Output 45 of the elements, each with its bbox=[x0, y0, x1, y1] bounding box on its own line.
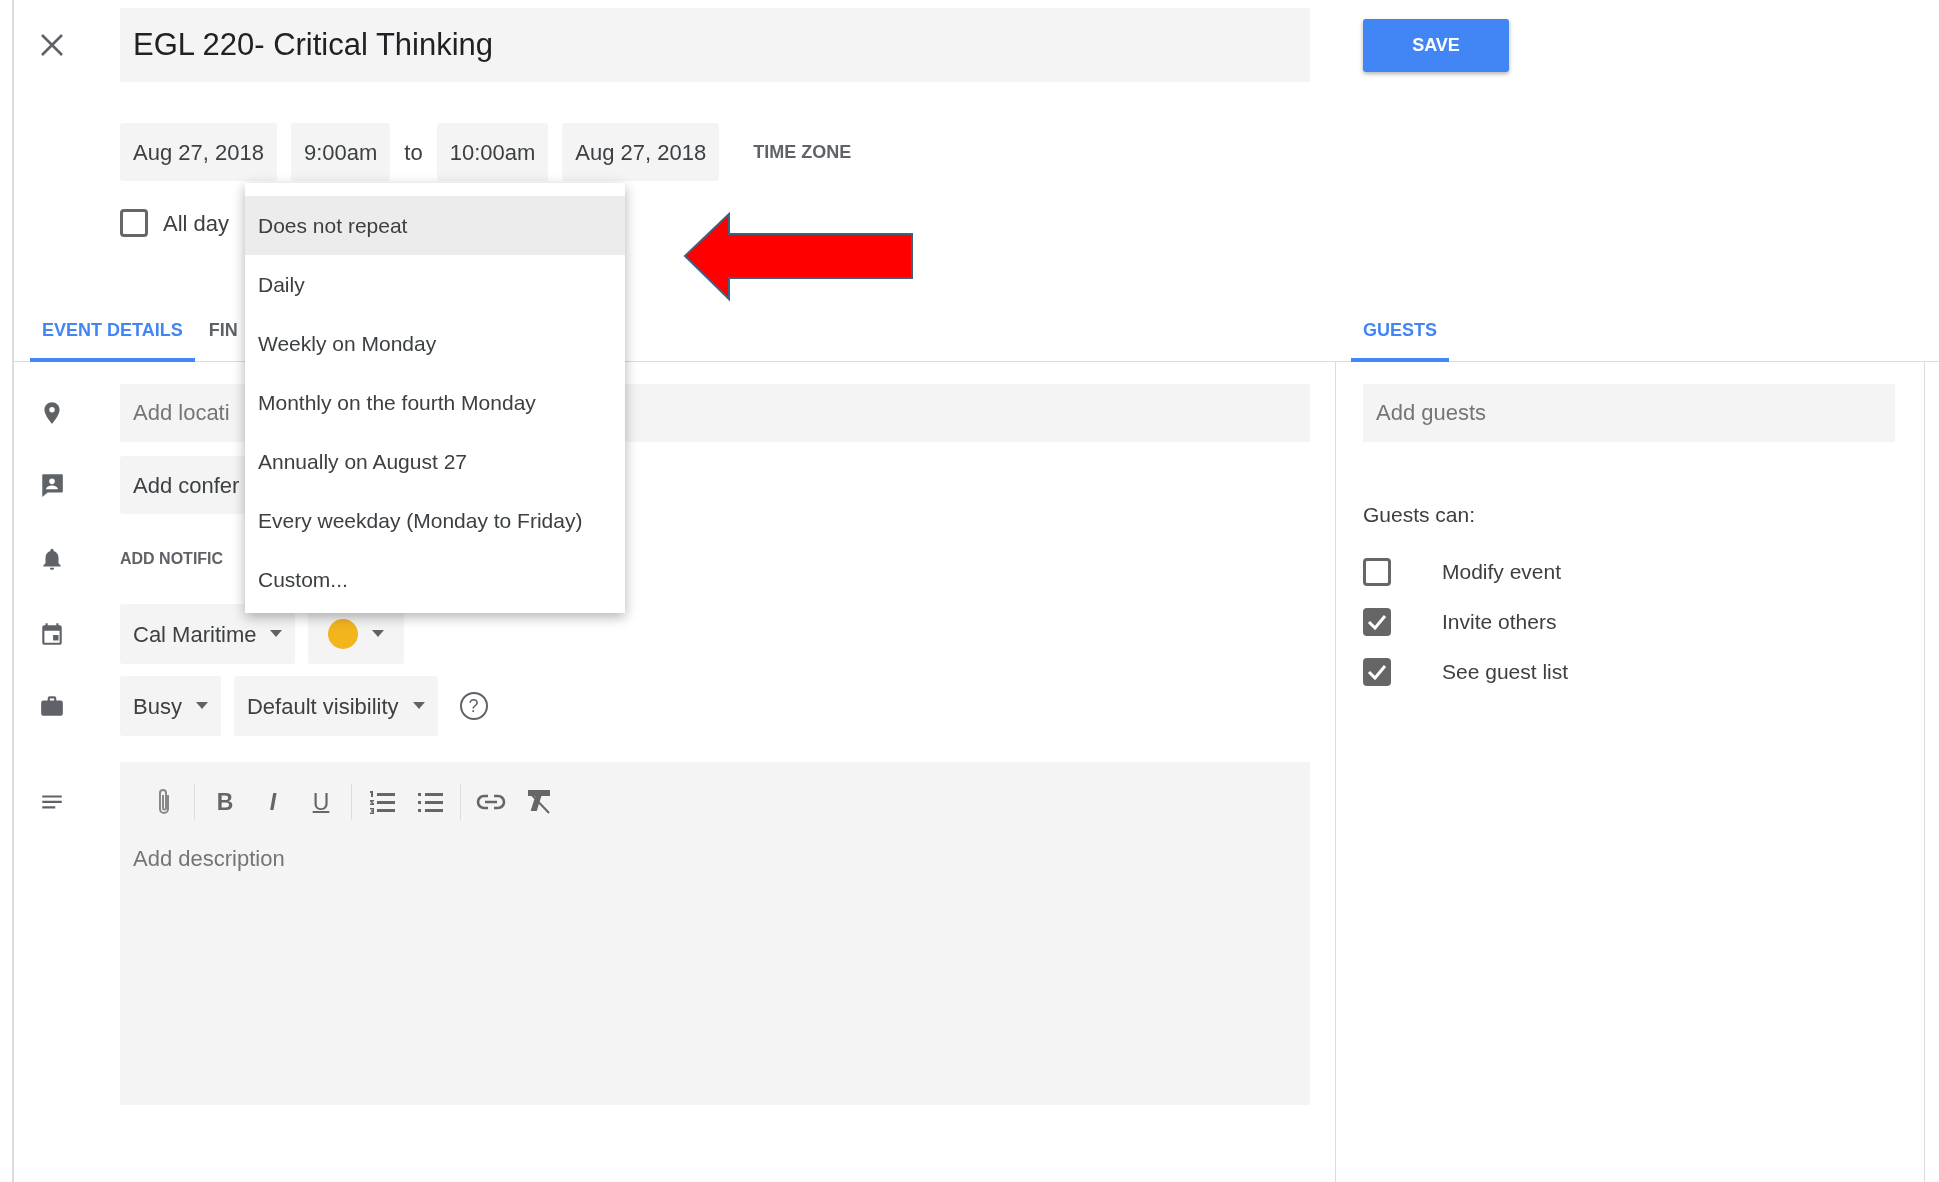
link-icon bbox=[476, 794, 506, 810]
italic-button[interactable]: I bbox=[249, 782, 297, 822]
tab[interactable]: GUESTS bbox=[1351, 302, 1449, 362]
caret-icon bbox=[372, 630, 385, 638]
save-button[interactable]: SAVE bbox=[1363, 19, 1509, 72]
to-label: to bbox=[404, 138, 423, 167]
menu-item[interactable]: Does not repeat bbox=[245, 196, 625, 255]
availability-dropdown[interactable]: Busy bbox=[120, 676, 221, 736]
permission-label: Modify event bbox=[1442, 558, 1562, 585]
all-day-checkbox[interactable] bbox=[120, 209, 148, 237]
date-field[interactable]: Aug 27, 2018 bbox=[562, 123, 720, 181]
add-guests-field[interactable]: Add guests bbox=[1363, 384, 1895, 442]
caret-icon bbox=[195, 702, 208, 710]
underline-button[interactable]: U bbox=[297, 782, 345, 822]
calendar-icon bbox=[39, 621, 65, 647]
permission-label: Invite others bbox=[1442, 608, 1557, 635]
close-icon bbox=[39, 32, 65, 58]
permission-checkbox[interactable] bbox=[1363, 607, 1391, 636]
checkmark-icon bbox=[1367, 663, 1387, 680]
permission-checkbox[interactable] bbox=[1363, 657, 1391, 686]
checkmark-icon bbox=[1367, 613, 1387, 630]
time-field[interactable]: 9:00am bbox=[290, 123, 391, 181]
all-day-label: All day bbox=[163, 209, 230, 238]
help-icon[interactable]: ? bbox=[459, 692, 488, 720]
add-notification-button[interactable]: ADD NOTIFIC bbox=[120, 547, 224, 571]
bold-button[interactable]: B bbox=[201, 782, 249, 822]
description-box[interactable]: B I U Add description bbox=[120, 762, 1310, 1105]
visibility-dropdown[interactable]: Default visibility bbox=[233, 676, 438, 736]
description-placeholder: Add description bbox=[132, 845, 285, 873]
clear-formatting-icon bbox=[525, 789, 553, 815]
time-zone-button[interactable]: TIME ZONE bbox=[747, 137, 858, 167]
numbered-list-icon bbox=[368, 790, 396, 814]
calendar-dropdown[interactable]: Cal Maritime bbox=[120, 604, 296, 664]
date-field[interactable]: Aug 27, 2018 bbox=[120, 123, 277, 181]
permission-label: See guest list bbox=[1442, 658, 1569, 685]
title-field[interactable]: EGL 220- Critical Thinking bbox=[120, 8, 1310, 82]
tab[interactable]: EVENT DETAILS bbox=[30, 302, 195, 362]
time-field[interactable]: 10:00am bbox=[436, 123, 549, 181]
permission-checkbox[interactable] bbox=[1363, 557, 1391, 586]
caret-icon bbox=[412, 702, 425, 710]
person-card-icon bbox=[39, 472, 65, 498]
guests-can-label: Guests can: bbox=[1363, 502, 1476, 528]
bulleted-list-icon bbox=[416, 790, 444, 814]
caret-icon bbox=[270, 630, 283, 638]
briefcase-icon bbox=[39, 693, 65, 719]
